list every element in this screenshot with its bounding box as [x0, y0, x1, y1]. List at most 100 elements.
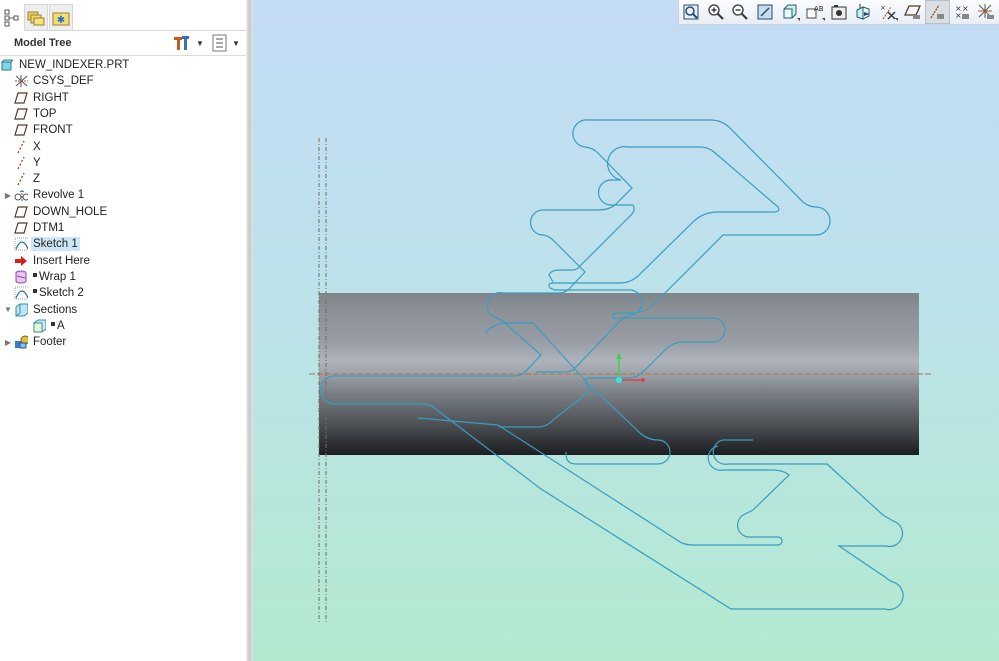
model-tree-tab[interactable]	[0, 4, 24, 31]
datum-plane-icon	[14, 123, 28, 137]
tree-item-label: Sketch 2	[31, 286, 86, 300]
tree-item-text: DOWN_HOLE	[33, 205, 108, 218]
refit-button[interactable]	[679, 0, 704, 24]
graphics-window[interactable]: AB × × × ×	[253, 0, 999, 661]
plane-display-icon	[903, 3, 922, 21]
tree-item-label: Revolve 1	[31, 188, 86, 202]
revolve-icon	[14, 188, 28, 202]
tree-item-new-indexer-prt[interactable]: NEW_INDEXER.PRT	[0, 57, 131, 73]
tree-item-x[interactable]: X	[4, 139, 43, 155]
plane-display-button[interactable]	[900, 0, 925, 24]
datum-plane-icon	[14, 221, 28, 235]
tree-item-label: Sections	[31, 303, 79, 317]
tree-item-y[interactable]: Y	[4, 155, 43, 171]
tree-item-text: A	[57, 319, 65, 332]
tree-item-label: A	[49, 319, 67, 333]
saved-views-button[interactable]: AB	[802, 0, 827, 24]
favorites-tab[interactable]: ✱	[49, 4, 73, 31]
model-tree-title: Model Tree	[14, 37, 72, 49]
tree-item-text: Footer	[33, 336, 67, 349]
display-style-button[interactable]	[777, 0, 802, 24]
svg-text:×: ×	[880, 4, 886, 12]
refit-icon	[682, 3, 700, 21]
tree-item-text: DTM1	[33, 222, 65, 234]
tree-item-label: Sketch 1	[31, 237, 80, 252]
collapse-arrow-icon[interactable]: ▼	[4, 305, 12, 314]
svg-text:×: ×	[962, 4, 969, 13]
tree-item-text: Sections	[33, 303, 78, 316]
tree-show-button[interactable]: ▼	[212, 34, 240, 52]
point-display-button[interactable]: × × ×	[950, 0, 975, 24]
datum-display-filters-icon: ×	[879, 3, 897, 21]
saved-orientations-icon: AB	[805, 3, 823, 21]
tree-item-front[interactable]: FRONT	[4, 122, 75, 138]
tree-item-label: RIGHT	[31, 91, 71, 105]
tree-item-label: Footer	[31, 335, 68, 349]
model-tree-header: Model Tree ▼ ▼	[0, 31, 246, 56]
datum-plane-icon	[14, 91, 28, 105]
tree-item-text: X	[33, 140, 41, 153]
datum-plane-icon	[14, 205, 28, 219]
expand-arrow-icon[interactable]: ▶	[4, 191, 12, 200]
dropdown-indicator-icon[interactable]	[796, 18, 800, 21]
tree-item-right[interactable]: RIGHT	[4, 90, 71, 106]
chevron-down-icon: ▼	[196, 38, 204, 48]
csys-origin	[616, 377, 622, 383]
axis-display-button[interactable]	[924, 0, 950, 24]
zoom-out-button[interactable]	[728, 0, 753, 24]
datum-axis-icon	[14, 140, 28, 154]
tree-item-text: Y	[33, 156, 41, 169]
expand-arrow-icon[interactable]: ▶	[4, 338, 12, 347]
tree-item-insert-here[interactable]: Insert Here	[4, 253, 92, 269]
tree-item-text: Sketch 1	[33, 238, 78, 251]
tree-item-sketch-2[interactable]: Sketch 2	[4, 285, 86, 301]
perspective-view-icon	[854, 3, 872, 21]
view-manager-button[interactable]	[827, 0, 852, 24]
datum-display-button[interactable]: ×	[876, 0, 901, 24]
tree-item-sections[interactable]: ▼ Sections	[4, 302, 79, 318]
tree-item-label: Y	[31, 156, 43, 170]
tree-item-a[interactable]: A	[22, 318, 67, 334]
repaint-button[interactable]	[753, 0, 778, 24]
sketch-icon	[14, 286, 28, 300]
panel-splitter[interactable]	[246, 0, 253, 661]
tree-item-wrap-1[interactable]: Wrap 1	[4, 269, 78, 285]
tree-item-text: Wrap 1	[39, 270, 76, 283]
tree-item-label: FRONT	[31, 123, 75, 137]
perspective-button[interactable]	[851, 0, 876, 24]
tree-item-text: CSYS_DEF	[33, 75, 94, 88]
wrap-icon	[14, 270, 28, 284]
tree-item-label: NEW_INDEXER.PRT	[17, 58, 131, 72]
tree-item-label: TOP	[31, 107, 58, 121]
tree-item-revolve-1[interactable]: ▶ Revolve 1	[4, 187, 86, 203]
point-display-icon: × × ×	[953, 3, 971, 21]
tree-item-top[interactable]: TOP	[4, 106, 58, 122]
csys-icon	[14, 74, 28, 88]
tree-item-label: Insert Here	[31, 254, 92, 268]
zoom-in-button[interactable]	[704, 0, 729, 24]
tree-item-label: DTM1	[31, 221, 66, 235]
folders-icon	[27, 11, 45, 26]
sketch-curve[interactable]	[548, 146, 635, 283]
dropdown-indicator-icon[interactable]	[895, 18, 899, 21]
tree-item-text: RIGHT	[33, 91, 69, 104]
model-tree-icon	[4, 9, 19, 26]
csys-x-arrow	[641, 378, 645, 382]
status-marker-icon	[51, 321, 55, 326]
sketch-icon	[14, 237, 28, 251]
tree-settings-button[interactable]: ▼	[172, 34, 204, 52]
tree-item-csys-def[interactable]: CSYS_DEF	[4, 73, 96, 89]
tree-item-text: Z	[33, 173, 41, 186]
dropdown-indicator-icon[interactable]	[821, 18, 825, 21]
svg-text:×: ×	[955, 11, 962, 20]
csys-display-button[interactable]	[974, 0, 999, 24]
model-scene[interactable]	[253, 0, 999, 661]
zoom-in-icon	[707, 3, 725, 21]
tree-item-sketch-1[interactable]: Sketch 1	[4, 236, 80, 252]
folder-browser-tab[interactable]	[24, 4, 48, 31]
tree-item-down-hole[interactable]: DOWN_HOLE	[4, 204, 109, 220]
tree-item-footer[interactable]: ▶ Footer	[4, 334, 68, 350]
datum-axis-icon	[14, 172, 28, 186]
tree-item-dtm1[interactable]: DTM1	[4, 220, 66, 236]
tree-item-z[interactable]: Z	[4, 171, 42, 187]
